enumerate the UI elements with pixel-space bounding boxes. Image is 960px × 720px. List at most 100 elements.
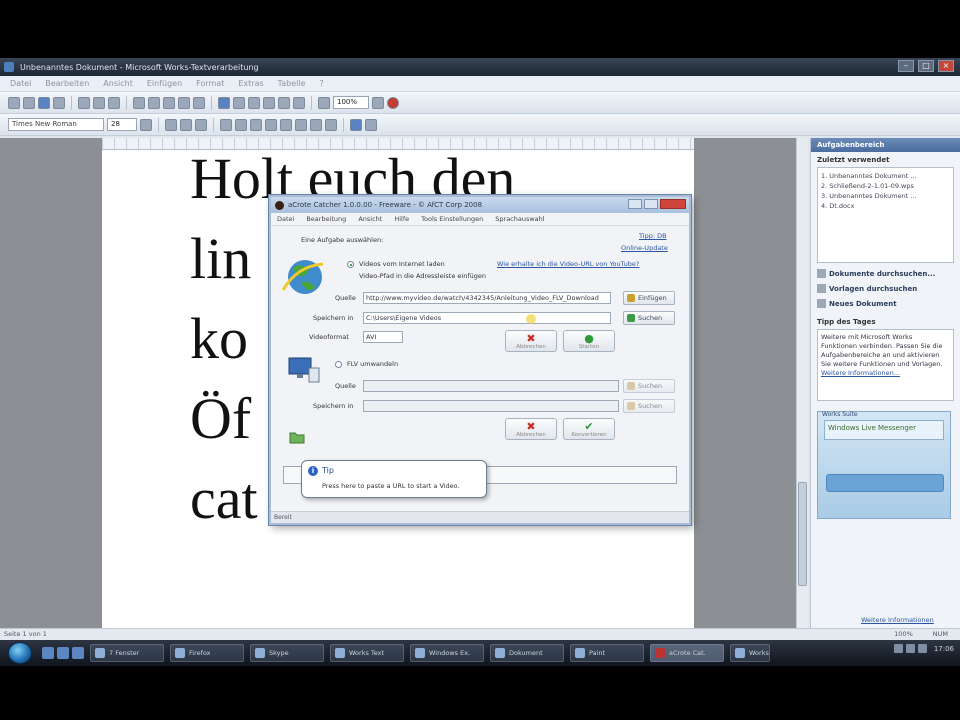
network-icon[interactable] [893,644,903,653]
paste-icon[interactable] [163,96,175,109]
scrollbar-thumb[interactable] [798,482,807,586]
flv-search-source-button[interactable]: Suchen [623,379,675,393]
numbering-icon[interactable] [295,118,307,131]
font-size-select[interactable]: 28 [107,118,137,131]
recent-item[interactable]: 1. Unbenanntes Dokument ... [821,171,950,181]
new-document-icon[interactable] [8,96,20,109]
menu-file[interactable]: Datei [10,79,31,88]
dialog-menu-language[interactable]: Sprachauswahl [495,215,544,223]
text-color-icon[interactable] [140,118,152,131]
dialog-menu-edit[interactable]: Bearbeitung [306,215,346,223]
redo-icon[interactable] [193,96,205,109]
align-right-icon[interactable] [250,118,262,131]
font-name-select[interactable]: Times New Roman [8,118,104,131]
new-document-link[interactable]: Neues Dokument [817,299,954,308]
menu-insert[interactable]: Einfügen [147,79,182,88]
print-icon[interactable] [78,96,90,109]
shading-icon[interactable] [365,118,377,131]
recent-item[interactable]: 3. Unbenanntes Dokument ... [821,191,950,201]
increase-indent-icon[interactable] [325,118,337,131]
zoom-select[interactable]: 100% [333,96,369,109]
format-painter-icon[interactable] [293,96,305,109]
picture-icon[interactable] [263,96,275,109]
help-icon[interactable] [387,96,399,109]
flv-search-target-button[interactable]: Suchen [623,399,675,413]
menu-table[interactable]: Tabelle [278,79,306,88]
promo-label[interactable]: Windows Live Messenger [824,420,944,440]
dialog-menu-settings[interactable]: Tools Einstellungen [421,215,483,223]
menu-format[interactable]: Format [196,79,224,88]
menu-help[interactable]: ? [320,79,324,88]
minimize-button[interactable]: – [898,60,914,72]
paste-button[interactable]: Einfügen [623,291,675,305]
cancel-download-button[interactable]: ✖ Abbrechen [505,330,557,352]
start-download-button[interactable]: ● Starten [563,330,615,352]
online-update-link[interactable]: Online-Update [621,244,668,252]
chart-icon[interactable] [248,96,260,109]
browse-documents-link[interactable]: Dokumente durchsuchen... [817,269,954,278]
youtube-url-help-link[interactable]: Wie erhalte ich die Video-URL von YouTub… [497,260,639,268]
decrease-indent-icon[interactable] [310,118,322,131]
target-folder-input[interactable]: C:\Users\Eigene Videos [363,312,611,324]
taskbar-item[interactable]: Skype [250,644,324,662]
recent-item[interactable]: 4. Dt.docx [821,201,950,211]
show-desktop-icon[interactable] [42,647,54,659]
flv-target-input[interactable] [363,400,619,412]
taskbar-item[interactable]: Firefox [170,644,244,662]
dialog-menu-help[interactable]: Hilfe [394,215,409,223]
undo-icon[interactable] [178,96,190,109]
mail-icon[interactable] [53,96,65,109]
vertical-scrollbar[interactable] [796,138,808,628]
save-icon[interactable] [38,96,50,109]
taskbar-item[interactable]: Works [730,644,770,662]
security-icon[interactable] [917,644,927,653]
recent-item[interactable]: 2. Schließend-2-1.01-09.wps [821,181,950,191]
volume-icon[interactable] [905,644,915,653]
table-icon[interactable] [233,96,245,109]
bullets-icon[interactable] [280,118,292,131]
taskbar-item[interactable]: Works Text [330,644,404,662]
taskbar-item[interactable]: Paint [570,644,644,662]
clock[interactable]: 17:06 [934,645,954,653]
pointer-icon[interactable] [372,96,384,109]
dialog-maximize-button[interactable] [644,199,658,209]
columns-icon[interactable] [278,96,290,109]
flv-source-input[interactable] [363,380,619,392]
print-preview-icon[interactable] [93,96,105,109]
taskbar-item[interactable]: 7 Fenster [90,644,164,662]
search-folder-button[interactable]: Suchen [623,311,675,325]
tip-db-link[interactable]: Tipp: DB [639,232,667,240]
taskbar-item[interactable]: aCrote Cat. [650,644,724,662]
dialog-menu-view[interactable]: Ansicht [358,215,382,223]
tip-link[interactable]: Weitere Informationen... [821,369,900,377]
horizontal-ruler[interactable] [102,138,694,150]
video-format-select[interactable]: AVI [363,331,403,343]
switch-windows-icon[interactable] [72,647,84,659]
menu-view[interactable]: Ansicht [103,79,133,88]
dialog-menu-file[interactable]: Datei [277,215,294,223]
find-icon[interactable] [218,96,230,109]
option-flv-radio[interactable] [335,361,342,368]
align-left-icon[interactable] [220,118,232,131]
copy-icon[interactable] [148,96,160,109]
menu-tools[interactable]: Extras [238,79,263,88]
spellcheck-icon[interactable] [108,96,120,109]
promo-button[interactable] [826,474,944,492]
ie-icon[interactable] [57,647,69,659]
source-url-input[interactable]: http://www.myvideo.de/watch/4342345/Anle… [363,292,611,304]
convert-button[interactable]: ✔ Konvertieren [563,418,615,440]
option-internet-radio[interactable] [347,261,354,268]
taskbar-item[interactable]: Dokument [490,644,564,662]
bold-icon[interactable] [165,118,177,131]
taskbar-item[interactable]: Windows Ex. [410,644,484,662]
cut-icon[interactable] [133,96,145,109]
hyperlink-icon[interactable] [318,96,330,109]
start-button[interactable] [8,642,32,664]
underline-icon[interactable] [195,118,207,131]
maximize-button[interactable]: □ [918,60,934,72]
justify-icon[interactable] [265,118,277,131]
menu-edit[interactable]: Bearbeiten [45,79,89,88]
dialog-close-button[interactable] [660,199,686,209]
more-info-link[interactable]: Weitere Informationen [861,616,934,624]
italic-icon[interactable] [180,118,192,131]
